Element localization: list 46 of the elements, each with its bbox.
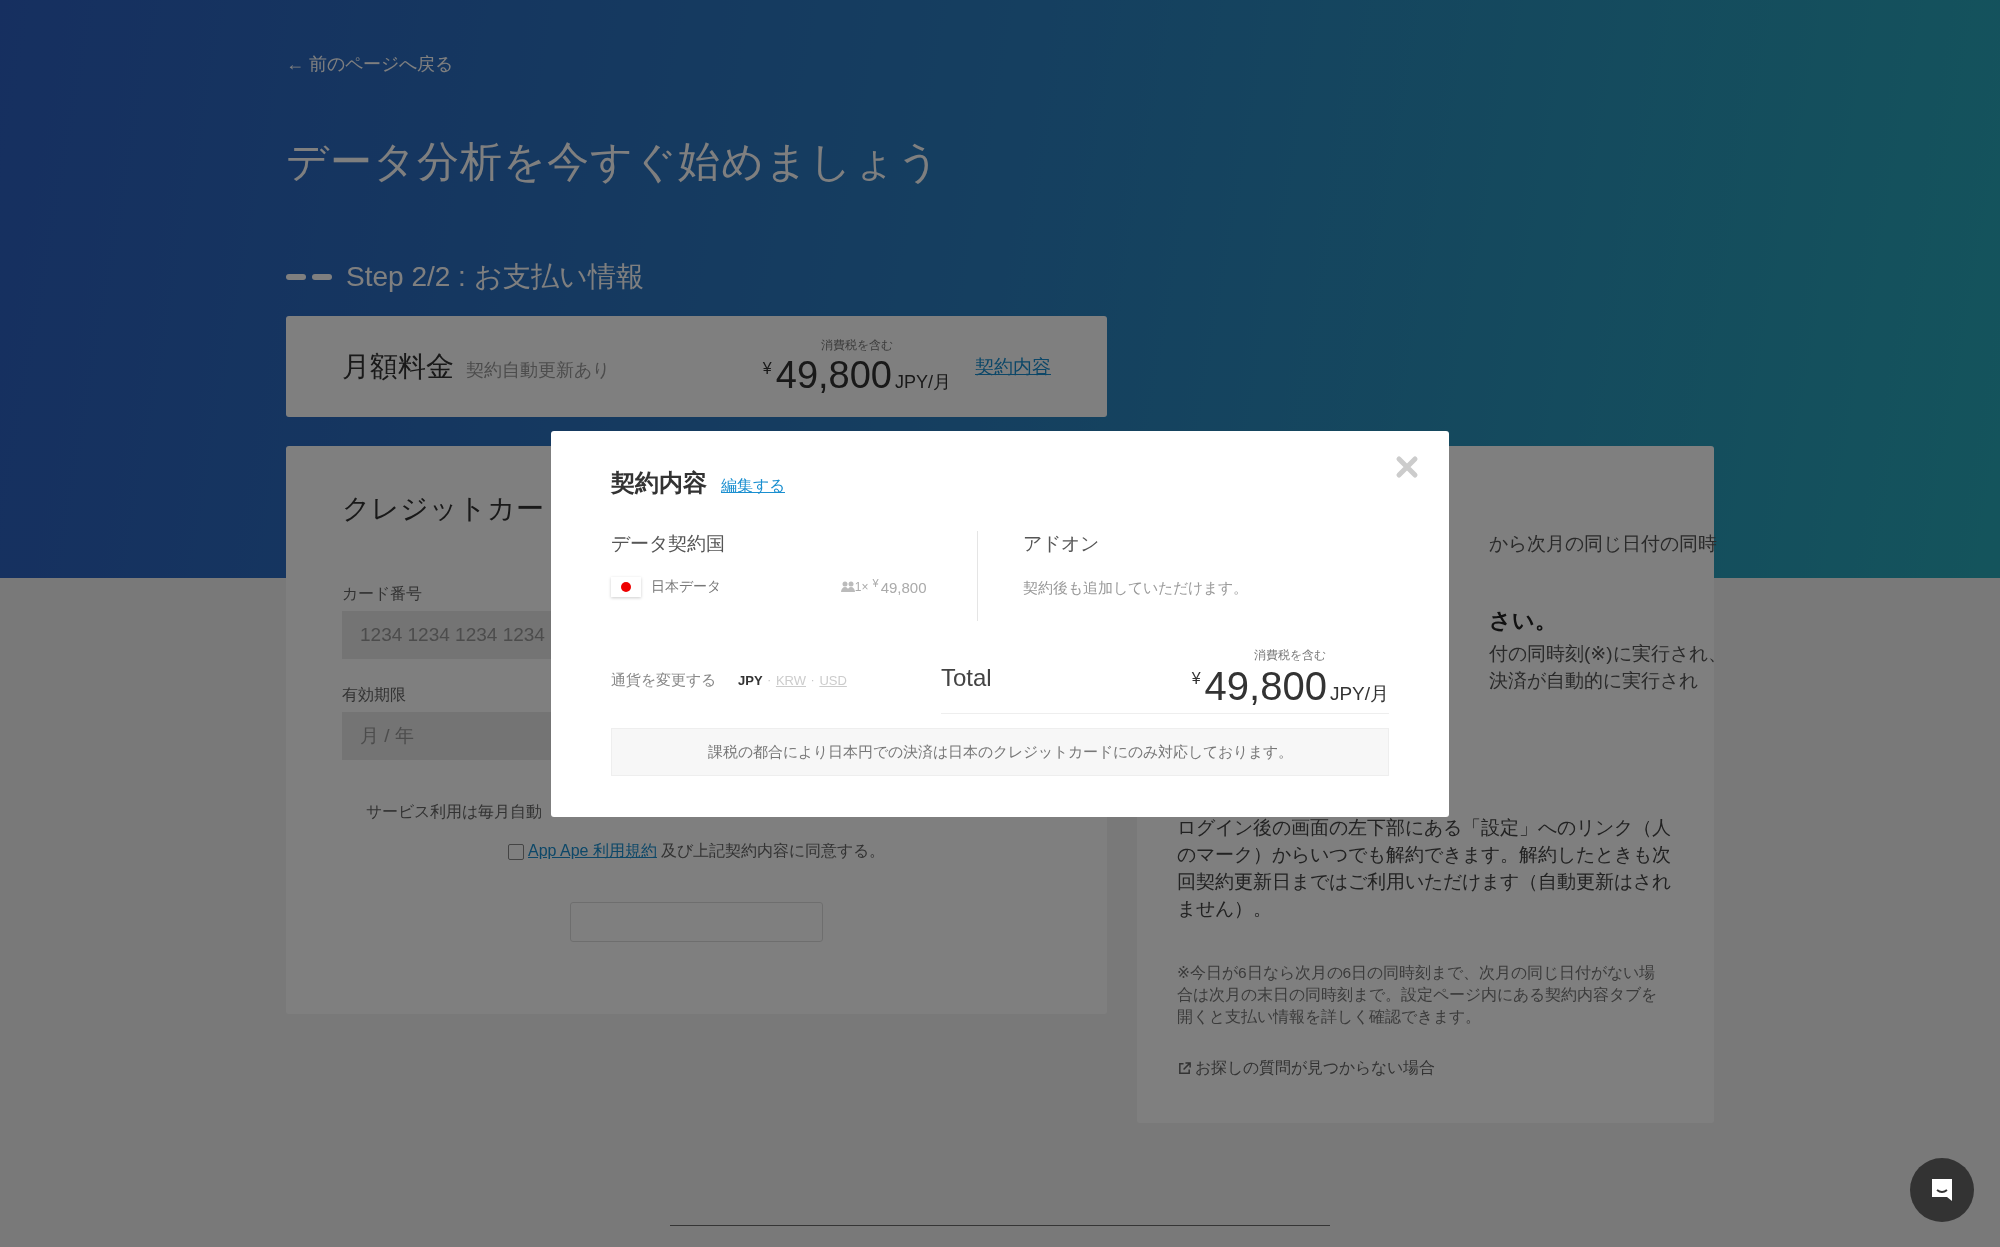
- info-text: さい。: [1489, 607, 1558, 634]
- total-label: Total: [941, 664, 992, 692]
- flag-icon: [611, 577, 641, 597]
- field-label: カード番号: [342, 584, 422, 604]
- price-unit: JPY/月: [1329, 682, 1389, 706]
- back-link[interactable]: ← 前のページへ戻る: [286, 52, 453, 76]
- step-progress-icon: [286, 274, 332, 280]
- currency-symbol: ¥: [1191, 670, 1201, 688]
- price-unit: JPY/月: [895, 370, 951, 394]
- tax-note: 消費税を含む: [820, 336, 893, 354]
- info-text: 付の同時刻(※)に実行され、: [1489, 642, 1728, 666]
- quantity: 1×: [854, 580, 869, 594]
- step-label: Step 2/2 : お支払い情報: [346, 260, 644, 294]
- close-button[interactable]: [1395, 455, 1419, 479]
- currency-label: 通貨を変更する: [611, 671, 716, 690]
- info-text: 決済が自動的に実行され: [1489, 669, 1699, 693]
- currency-symbol: ¥: [762, 359, 772, 378]
- item-price: 49,800: [880, 578, 927, 596]
- footnote-text: ※今日が6日なら次月の6日の同時刻まで、次月の同じ日付がない場合は次月の末日の同時刻まで。設定ページ内にある契約内容タブを開くと支払い情報を詳しく確認できます。: [1177, 963, 1658, 1027]
- users-icon: [840, 581, 855, 593]
- currency-option[interactable]: JPY: [738, 673, 763, 688]
- section-heading: アドオン: [1023, 532, 1101, 556]
- separator-dot: ·: [811, 675, 815, 686]
- cancel-text: ログイン後の画面の左下部にある「設定」へのリンク（人のマーク）からいつでも解約できます。解約したときも次回契約更新日まではご利用いただけます（自動更新はされません）。: [1177, 816, 1672, 921]
- price-amount: 49,800: [775, 353, 892, 397]
- plan-title: 月額料金: [342, 349, 454, 384]
- currency-symbol: ¥: [872, 577, 879, 589]
- edit-link[interactable]: 編集する: [721, 476, 785, 497]
- checkbox[interactable]: [508, 843, 524, 860]
- modal-title: 契約内容: [611, 468, 707, 498]
- addon-note: 契約後も追加していただけます。: [1023, 579, 1250, 598]
- external-link-icon: [1177, 1061, 1192, 1076]
- agree-text: 及び上記契約内容に同意する。: [660, 841, 885, 861]
- tax-note: 消費税を含む: [1254, 647, 1327, 664]
- renewal-notice: サービス利用は毎月自動: [366, 802, 543, 822]
- terms-link[interactable]: App Ape 利用規約: [528, 841, 657, 862]
- section-heading: データ契約国: [611, 532, 726, 556]
- total-amount: 49,800: [1204, 664, 1327, 709]
- separator-dot: ·: [767, 675, 771, 686]
- card-form-title: クレジットカー: [342, 492, 544, 526]
- help-link[interactable]: お探しの質問が見つからない場合: [1177, 1058, 1435, 1079]
- contract-link[interactable]: 契約内容: [975, 353, 1051, 380]
- country-name: 日本データ: [651, 578, 721, 596]
- page-title: データ分析を今すぐ始めましょう: [286, 137, 942, 187]
- field-label: 有効期限: [342, 685, 406, 705]
- currency-notice: 課税の都合により日本円での決済は日本のクレジットカードにのみ対応しております。: [611, 728, 1389, 776]
